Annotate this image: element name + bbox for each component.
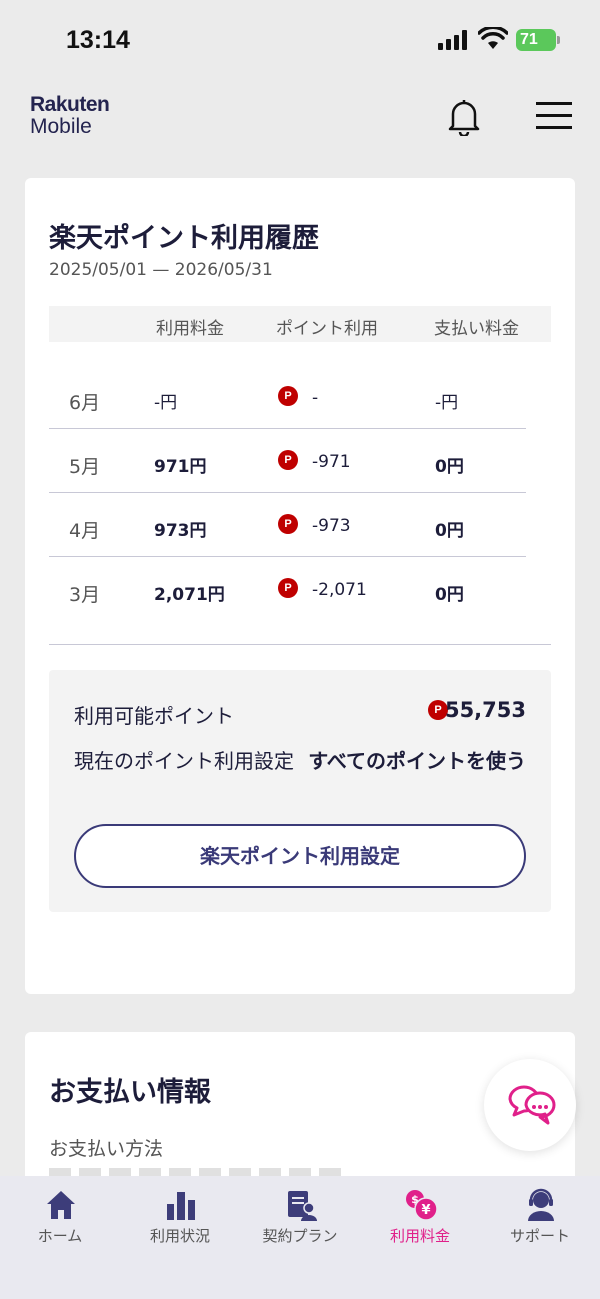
menu-icon[interactable]	[536, 100, 572, 132]
row-payment: 0円	[435, 457, 464, 477]
bar-chart-icon	[167, 1192, 195, 1220]
row-points: -971	[312, 452, 351, 472]
points-setting-panel: 利用可能ポイント P 55,753 現在のポイント利用設定 すべてのポイントを使…	[49, 670, 551, 912]
row-month: 3月	[69, 584, 101, 606]
payment-info-title: お支払い情報	[49, 1077, 211, 1108]
points-history-card: 楽天ポイント利用履歴 2025/05/01 — 2026/05/31 利用料金 …	[25, 178, 575, 994]
logo-line1: Rakuten	[30, 93, 110, 116]
status-bar: 13:14 71	[0, 0, 600, 80]
svg-text:¥: ¥	[421, 1203, 430, 1218]
points-setting-label: 現在のポイント利用設定	[74, 749, 294, 773]
tab-label: 利用状況	[149, 1227, 210, 1245]
points-setting-value: すべてのポイントを使う	[308, 749, 526, 773]
tab-home[interactable]: ホーム	[0, 1176, 120, 1266]
rakuten-point-icon: P	[278, 386, 298, 406]
chat-button[interactable]	[484, 1059, 576, 1151]
bell-icon[interactable]	[447, 98, 481, 136]
status-time: 13:14	[66, 26, 130, 54]
battery-level: 71	[520, 31, 538, 48]
table-row: 4月 973円 P -973 0円	[49, 494, 526, 557]
signal-icon	[438, 30, 467, 50]
row-fee: 2,071円	[154, 585, 225, 605]
battery-tip	[557, 36, 560, 44]
column-header-points: ポイント利用	[276, 319, 378, 339]
yen-icon: $ ¥	[406, 1190, 438, 1221]
table-header: 利用料金 ポイント利用 支払い料金	[49, 306, 551, 342]
row-fee: 973円	[154, 521, 207, 541]
tab-label: 利用料金	[389, 1227, 450, 1245]
row-points: -2,071	[312, 580, 367, 600]
support-icon	[528, 1188, 554, 1221]
chat-icon	[508, 1085, 556, 1125]
app-header: Rakuten Mobile	[0, 80, 600, 160]
table-row: 5月 971円 P -971 0円	[49, 430, 526, 493]
row-points: -973	[312, 516, 351, 536]
tab-label: 契約プラン	[262, 1227, 338, 1245]
payment-method-label: お支払い方法	[49, 1138, 164, 1160]
tab-support[interactable]: サポート	[480, 1176, 600, 1266]
bottom-tab-bar: ホーム 利用状況 契約プラン $ ¥ 利用料金 サポート	[0, 1176, 600, 1299]
row-month: 4月	[69, 520, 101, 542]
points-history-title: 楽天ポイント利用履歴	[49, 223, 319, 254]
tab-billing[interactable]: $ ¥ 利用料金	[360, 1176, 480, 1266]
row-month: 5月	[69, 456, 101, 478]
table-row: 6月 -円 P - -円	[49, 366, 526, 429]
contract-icon	[288, 1191, 317, 1221]
tab-label: サポート	[509, 1227, 570, 1245]
rakuten-point-icon: P	[278, 578, 298, 598]
rakuten-point-icon: P	[278, 450, 298, 470]
tab-contract-plan[interactable]: 契約プラン	[240, 1176, 360, 1266]
wifi-icon	[478, 27, 508, 49]
available-points-label: 利用可能ポイント	[74, 704, 234, 728]
logo-line2: Mobile	[30, 115, 92, 138]
row-payment: 0円	[435, 585, 464, 605]
available-points-value: 55,753	[444, 698, 526, 722]
row-payment: 0円	[435, 521, 464, 541]
battery-icon: 71	[516, 29, 556, 51]
tab-label: ホーム	[37, 1227, 83, 1245]
points-setting-button[interactable]: 楽天ポイント利用設定	[74, 824, 526, 888]
column-header-fee: 利用料金	[156, 319, 224, 339]
divider	[49, 644, 551, 645]
home-icon	[47, 1191, 75, 1219]
row-fee: 971円	[154, 457, 207, 477]
row-fee: -円	[154, 393, 178, 413]
column-header-payment: 支払い料金	[434, 319, 519, 339]
row-month: 6月	[69, 392, 101, 414]
rakuten-point-icon: P	[278, 514, 298, 534]
row-points: -	[312, 388, 319, 408]
table-row: 3月 2,071円 P -2,071 0円	[49, 558, 526, 621]
date-range: 2025/05/01 — 2026/05/31	[49, 260, 273, 280]
rakuten-mobile-logo[interactable]: Rakuten Mobile	[30, 94, 120, 138]
tab-usage[interactable]: 利用状況	[120, 1176, 240, 1266]
row-payment: -円	[435, 393, 459, 413]
